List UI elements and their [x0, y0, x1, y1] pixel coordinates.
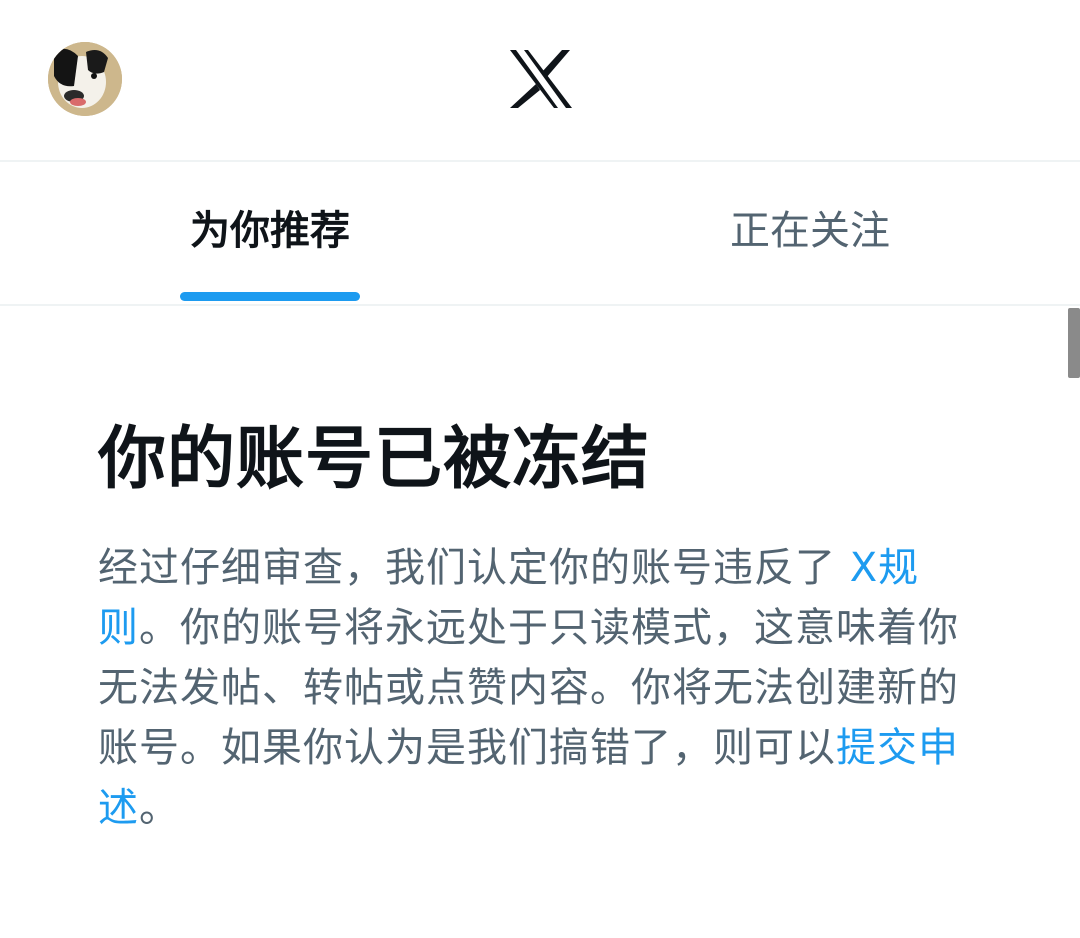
suspension-notice: 你的账号已被冻结 经过仔细审查，我们认定你的账号违反了 X规则。你的账号将永远处… — [98, 410, 968, 838]
dog-avatar-icon — [48, 42, 122, 116]
tab-following-label: 正在关注 — [730, 208, 890, 254]
active-tab-indicator — [180, 292, 360, 301]
tab-for-you-label: 为你推荐 — [190, 208, 350, 254]
tab-following[interactable]: 正在关注 — [540, 162, 1080, 304]
top-bar — [0, 0, 1080, 162]
notice-title: 你的账号已被冻结 — [98, 420, 651, 499]
scrollbar[interactable] — [1068, 308, 1080, 378]
tab-for-you[interactable]: 为你推荐 — [0, 162, 540, 304]
notice-text-2: 。你的账号将永远处于只读模式，这意味着你无法发帖、转帖或点赞内容。你将无法创建新… — [98, 605, 959, 771]
notice-text-3: 。 — [139, 785, 180, 831]
avatar[interactable] — [48, 42, 122, 116]
notice-text-1: 经过仔细审查，我们认定你的账号违反了 — [98, 545, 850, 591]
tab-bar: 为你推荐 正在关注 — [0, 162, 1080, 306]
notice-body: 经过仔细审查，我们认定你的账号违反了 X规则。你的账号将永远处于只读模式，这意味… — [98, 538, 968, 838]
x-logo-icon[interactable] — [506, 44, 576, 114]
